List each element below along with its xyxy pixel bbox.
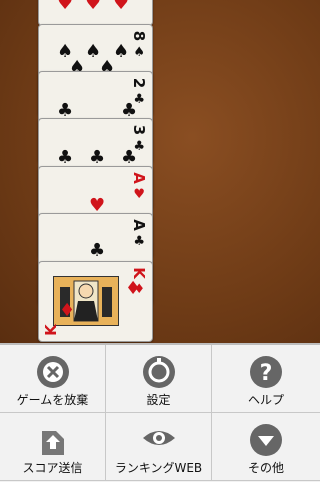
close-circle-icon <box>36 355 70 393</box>
menu-item-ranking-web[interactable]: ランキングWEB <box>106 413 212 481</box>
menu-label: スコア送信 <box>22 461 83 475</box>
club-pip: ♣ <box>121 147 138 168</box>
card-table: ♥ ♥ ♥ 8 ♠ ♠ ♠ ♠ ♠ ♠ 2 ♣ ♣ ♣ 3 ♣ ♣ ♣ ♣ A … <box>0 0 320 343</box>
menu-label: ヘルプ <box>247 393 284 407</box>
club-icon: ♣ <box>133 234 145 249</box>
menu-item-send-score[interactable]: スコア送信 <box>0 413 106 481</box>
club-pip: ♣ <box>57 147 74 168</box>
menu-item-help[interactable]: ? ヘルプ <box>212 345 320 413</box>
help-icon: ? <box>249 355 283 393</box>
card-rank: A <box>130 172 148 184</box>
card-king-diamonds[interactable]: K ♦ ♦ ♦ K <box>38 261 153 342</box>
menu-item-give-up[interactable]: ゲームを放棄 <box>0 345 106 413</box>
menu-item-settings[interactable]: 設定 <box>106 345 212 413</box>
heart-icon: ♥ <box>133 187 145 202</box>
menu-label: ランキングWEB <box>114 461 203 475</box>
card-rank: 3 <box>130 124 148 136</box>
spade-pip: ♠ <box>113 41 130 62</box>
heart-pip: ♥ <box>113 0 130 14</box>
menu-item-more[interactable]: その他 <box>212 413 320 481</box>
card-rank-bottom: K <box>41 324 60 336</box>
menu-label: 設定 <box>146 393 171 407</box>
heart-pip: ♥ <box>57 0 74 14</box>
card-hearts-partial[interactable]: ♥ ♥ ♥ <box>38 0 153 26</box>
diamond-pip: ♦ <box>59 300 76 321</box>
card-rank: 8 <box>130 30 148 42</box>
menu-label: その他 <box>247 461 284 475</box>
svg-text:?: ? <box>260 361 273 386</box>
upload-icon <box>38 423 68 461</box>
spade-icon: ♠ <box>133 45 145 60</box>
card-rank: 2 <box>130 77 148 89</box>
card-rank: A <box>130 219 148 231</box>
club-pip: ♣ <box>89 147 106 168</box>
eye-icon <box>141 423 177 457</box>
diamond-pip: ♦ <box>125 278 142 299</box>
chevron-down-circle-icon <box>249 423 283 461</box>
heart-pip: ♥ <box>85 0 102 14</box>
club-pip: ♣ <box>89 240 106 261</box>
menu-label: ゲームを放棄 <box>16 393 89 407</box>
settings-icon <box>142 355 176 393</box>
options-menu: ゲームを放棄 設定 ? ヘルプ スコア送信 ランキングWEB その他 <box>0 343 320 482</box>
